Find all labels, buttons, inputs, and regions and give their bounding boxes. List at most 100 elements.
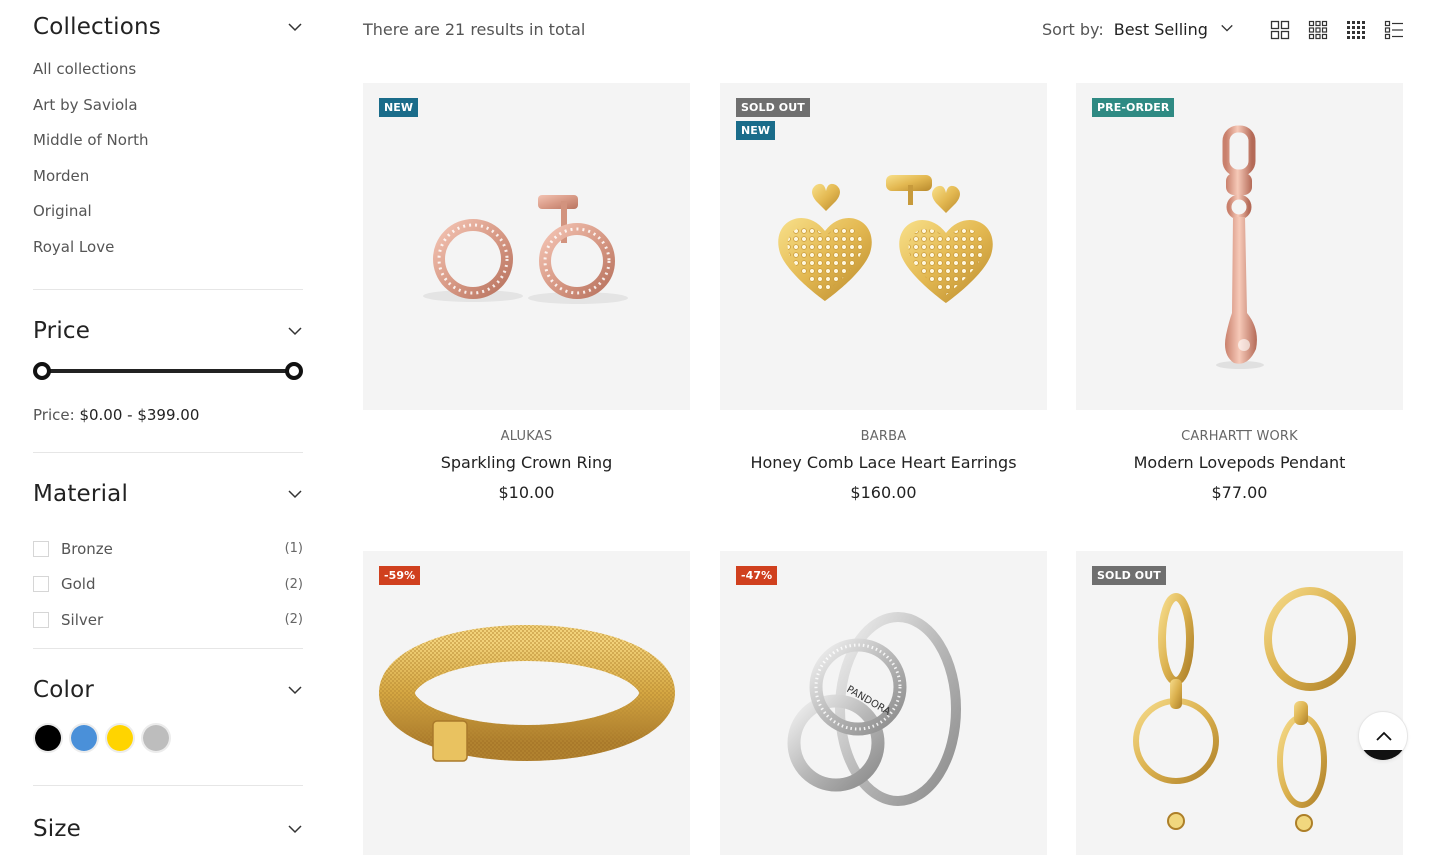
badges: NEW: [379, 98, 419, 121]
product-image[interactable]: PRE-ORDER: [1076, 83, 1403, 410]
product-image[interactable]: -59%: [363, 551, 690, 855]
scroll-progress: [1359, 750, 1407, 760]
product-info: BARBA Honey Comb Lace Heart Earrings $16…: [720, 429, 1047, 502]
product-brand: BARBA: [860, 429, 907, 444]
color-swatch-gray[interactable]: [141, 723, 171, 753]
color-swatch-blue[interactable]: [69, 723, 99, 753]
collection-link[interactable]: Morden: [33, 167, 303, 203]
checkbox[interactable]: [33, 540, 49, 557]
product-image[interactable]: SOLD OUT NEW: [720, 83, 1047, 410]
product-image[interactable]: SOLD OUT: [1076, 551, 1403, 855]
scroll-to-top-button[interactable]: [1358, 711, 1408, 761]
size-title: Size: [33, 816, 82, 842]
color-header[interactable]: Color: [33, 677, 303, 703]
price-range-value: $0.00 - $399.00: [79, 406, 200, 424]
results-count: There are 21 results in total: [363, 20, 586, 39]
product-name[interactable]: Modern Lovepods Pendant: [1076, 453, 1403, 472]
list-view-icon[interactable]: [1384, 20, 1404, 40]
filter-sidebar: Collections All collections Art by Savio…: [33, 0, 303, 842]
rose-gold-pendant-image: [1216, 125, 1264, 369]
material-label: Silver: [61, 610, 104, 629]
price-range-slider[interactable]: [33, 360, 303, 384]
collections-filter: Collections All collections Art by Savio…: [33, 0, 303, 290]
checkbox[interactable]: [33, 611, 49, 628]
color-swatch-yellow[interactable]: [105, 723, 135, 753]
chevron-up-icon: [1376, 731, 1392, 741]
chevron-down-icon: [1220, 20, 1234, 39]
product-image[interactable]: -47% PANDORA: [720, 551, 1047, 855]
product-badge: NEW: [379, 98, 419, 117]
product-card[interactable]: -47% PANDORA: [720, 551, 1047, 855]
material-option-bronze[interactable]: Bronze (1): [33, 531, 303, 567]
badges: -59%: [379, 566, 421, 589]
slider-max-handle[interactable]: [285, 362, 303, 380]
product-info: ALUKAS Sparkling Crown Ring $10.00: [363, 429, 690, 502]
material-list: Bronze (1) Gold (2) Silver (2): [33, 531, 303, 638]
product-badge: -47%: [736, 566, 778, 585]
product-card[interactable]: -59%: [363, 551, 690, 855]
badges: SOLD OUT NEW: [736, 98, 810, 144]
product-brand: ALUKAS: [500, 429, 553, 444]
product-badge: SOLD OUT: [1092, 566, 1166, 585]
material-count: (1): [284, 541, 303, 557]
silver-ring-image: PANDORA: [787, 612, 961, 806]
collection-link[interactable]: Art by Saviola: [33, 96, 303, 132]
rose-gold-circle-earrings-image: [423, 195, 628, 304]
collection-link[interactable]: Original: [33, 202, 303, 238]
chevron-down-icon[interactable]: [287, 323, 303, 339]
material-option-left: Bronze: [33, 540, 113, 558]
badges: SOLD OUT: [1092, 566, 1166, 589]
material-option-gold[interactable]: Gold (2): [33, 567, 303, 603]
sort-value: Best Selling: [1113, 20, 1208, 39]
color-filter: Color: [33, 649, 303, 786]
slider-min-handle[interactable]: [33, 362, 51, 380]
badges: PRE-ORDER: [1092, 98, 1175, 121]
sort-dropdown[interactable]: Sort by: Best Selling: [1042, 20, 1234, 39]
material-option-left: Gold: [33, 575, 96, 593]
material-count: (2): [284, 612, 303, 628]
collections-header[interactable]: Collections: [33, 14, 303, 40]
material-label: Gold: [61, 575, 96, 594]
product-card[interactable]: SOLD OUT: [1076, 551, 1403, 855]
grid-3-view-icon[interactable]: [1308, 20, 1328, 40]
size-header[interactable]: Size: [33, 816, 303, 842]
size-filter: Size: [33, 786, 303, 842]
material-header[interactable]: Material: [33, 481, 303, 507]
collection-link[interactable]: Royal Love: [33, 238, 303, 274]
color-swatch-black[interactable]: [33, 723, 63, 753]
collections-list: All collections Art by Saviola Middle of…: [33, 60, 303, 274]
product-info: CARHARTT WORK Modern Lovepods Pendant $7…: [1076, 429, 1403, 502]
product-badge: -59%: [379, 566, 421, 585]
product-badge: SOLD OUT: [736, 98, 810, 117]
product-name[interactable]: Sparkling Crown Ring: [363, 453, 690, 472]
chevron-down-icon[interactable]: [287, 486, 303, 502]
price-header[interactable]: Price: [33, 318, 303, 344]
material-option-silver[interactable]: Silver (2): [33, 602, 303, 638]
material-count: (2): [284, 576, 303, 592]
product-badge: PRE-ORDER: [1092, 98, 1175, 117]
product-card[interactable]: PRE-ORDER CARHARTT WORK Modern Lovepods …: [1076, 83, 1403, 502]
collection-link[interactable]: All collections: [33, 60, 303, 96]
chevron-down-icon[interactable]: [287, 19, 303, 35]
product-name[interactable]: Honey Comb Lace Heart Earrings: [720, 453, 1047, 472]
price-filter: Price Price: $0.00 - $399.00: [33, 290, 303, 453]
material-option-left: Silver: [33, 611, 103, 629]
color-swatches: [33, 723, 303, 753]
grid-2-view-icon[interactable]: [1270, 20, 1290, 40]
product-price: $77.00: [1211, 483, 1268, 502]
product-image[interactable]: NEW: [363, 83, 690, 410]
product-card[interactable]: NEW ALUKAS Sparkling Crown Ring $10.00: [363, 83, 690, 502]
price-title: Price: [33, 318, 91, 344]
chevron-down-icon[interactable]: [287, 821, 303, 837]
product-brand: CARHARTT WORK: [1181, 429, 1298, 444]
checkbox[interactable]: [33, 576, 49, 593]
chevron-down-icon[interactable]: [287, 682, 303, 698]
material-title: Material: [33, 481, 129, 507]
product-price: $160.00: [850, 483, 917, 502]
material-filter: Material Bronze (1) Gold (2) Silver (2): [33, 453, 303, 649]
grid-4-view-icon[interactable]: [1346, 20, 1366, 40]
collections-title: Collections: [33, 14, 161, 40]
badges: -47%: [736, 566, 778, 589]
product-card[interactable]: SOLD OUT NEW BARBA Honey Comb Lace Heart…: [720, 83, 1047, 502]
collection-link[interactable]: Middle of North: [33, 131, 303, 167]
